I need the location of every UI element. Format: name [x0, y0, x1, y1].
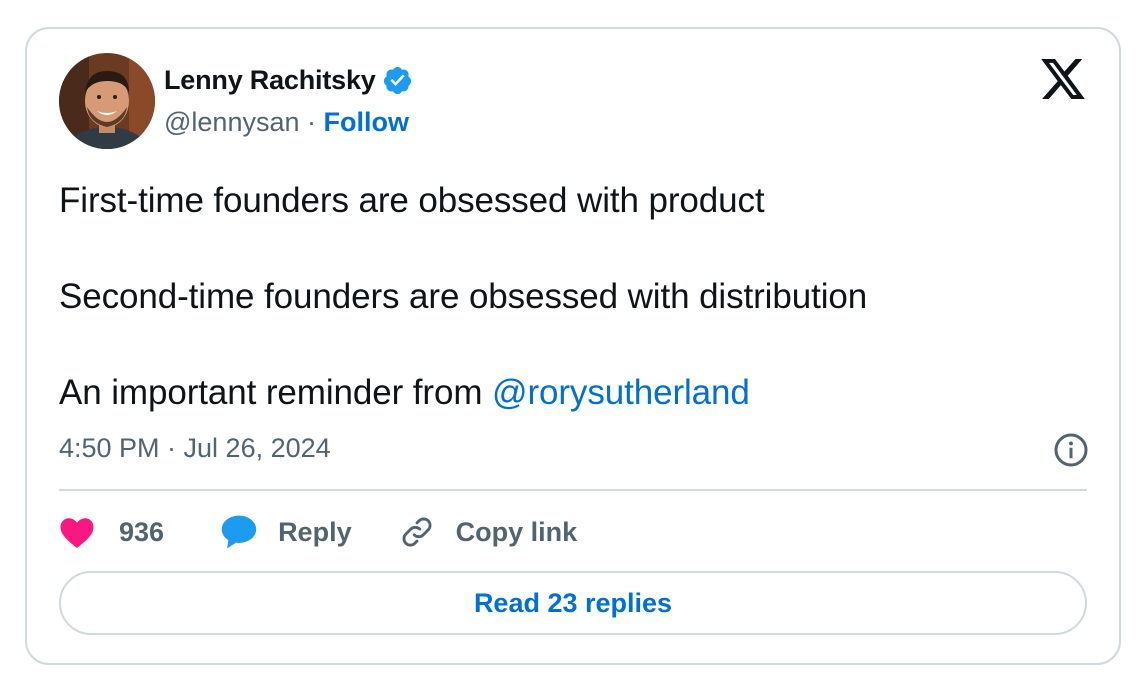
copy-link-button[interactable]: Copy link: [400, 515, 578, 549]
divider: [59, 489, 1087, 491]
link-icon: [402, 517, 432, 547]
read-replies-button[interactable]: Read 23 replies: [59, 571, 1087, 635]
tweet-line-3-text: An important reminder from: [59, 373, 493, 412]
author-handle-row: @lennysan · Follow: [164, 107, 409, 138]
verified-badge-icon: [383, 66, 411, 95]
author-name-row: Lenny Rachitsky: [164, 65, 413, 96]
author-handle[interactable]: @lennysan: [164, 107, 300, 137]
like-button[interactable]: 936: [59, 515, 164, 549]
tweet-card: Lenny Rachitsky @lennysan · Follow First…: [25, 27, 1121, 665]
handle-separator: ·: [307, 107, 324, 137]
tweet-timestamp[interactable]: 4:50 PM · Jul 26, 2024: [59, 433, 331, 464]
mention-link[interactable]: @rorysutherland: [492, 373, 750, 412]
x-logo-icon[interactable]: [1041, 59, 1085, 99]
tweet-line-3: An important reminder from @rorysutherla…: [59, 369, 867, 417]
tweet-text: First-time founders are obsessed with pr…: [59, 177, 867, 417]
heart-icon: [60, 518, 94, 548]
avatar[interactable]: [59, 53, 155, 149]
reply-label: Reply: [278, 516, 352, 547]
copy-link-label: Copy link: [455, 516, 578, 547]
info-icon[interactable]: [1053, 432, 1089, 468]
reply-button[interactable]: Reply: [220, 514, 352, 550]
author-name[interactable]: Lenny Rachitsky: [164, 65, 376, 96]
tweet-line-1: First-time founders are obsessed with pr…: [59, 181, 765, 220]
speech-bubble-icon: [221, 515, 257, 549]
follow-button[interactable]: Follow: [324, 107, 409, 137]
action-bar: 936 Reply Copy link: [59, 511, 577, 553]
tweet-line-2: Second-time founders are obsessed with d…: [59, 277, 868, 316]
like-count: 936: [119, 516, 165, 547]
